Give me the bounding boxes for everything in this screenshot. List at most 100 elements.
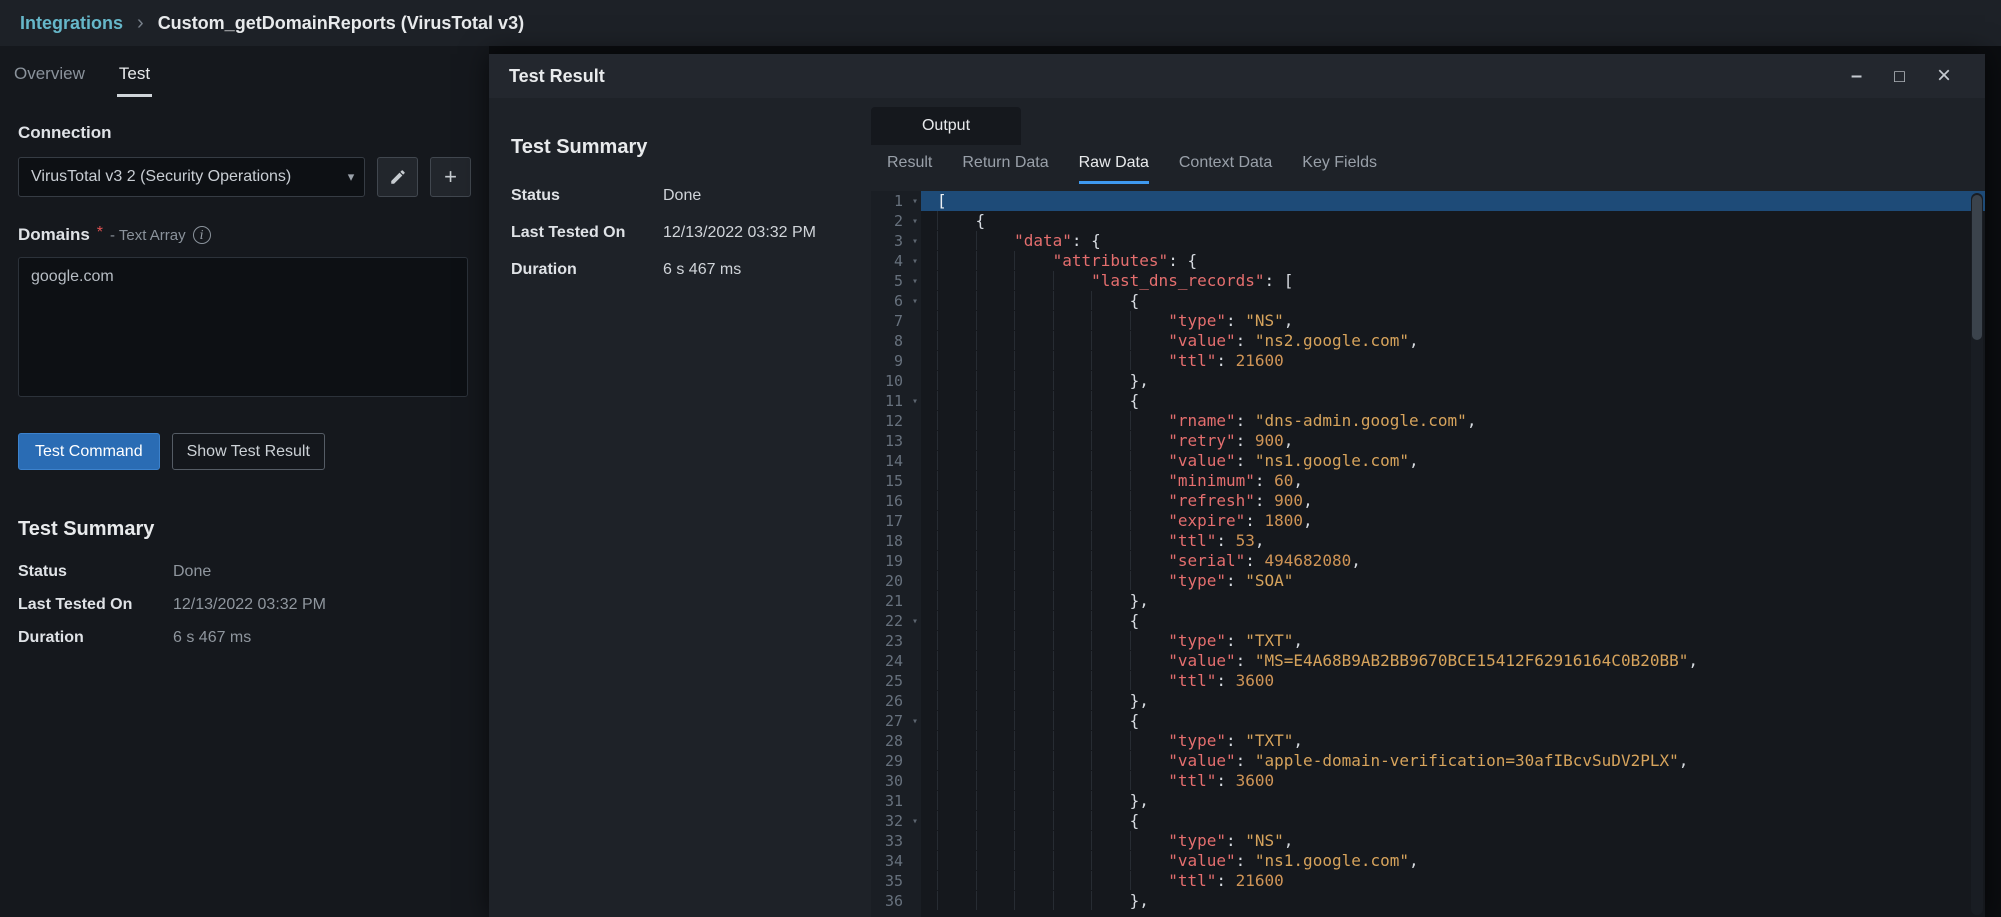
- fold-arrow-icon[interactable]: ▾: [912, 192, 918, 212]
- code-line-7[interactable]: "type": "NS",: [921, 311, 1985, 331]
- code-line-24[interactable]: "value": "MS=E4A68B9AB2BB9670BCE15412F62…: [921, 651, 1985, 671]
- code-line-13[interactable]: "retry": 900,: [921, 431, 1985, 451]
- fold-arrow-icon[interactable]: ▾: [912, 272, 918, 292]
- info-icon[interactable]: i: [193, 226, 211, 244]
- tab-test[interactable]: Test: [117, 60, 152, 97]
- subtab-result[interactable]: Result: [887, 154, 932, 184]
- gutter-line-16[interactable]: 16: [871, 491, 921, 511]
- close-icon[interactable]: ×: [1937, 64, 1951, 88]
- code-line-3[interactable]: "data": {: [921, 231, 1985, 251]
- gutter-line-22[interactable]: 22▾: [871, 611, 921, 631]
- gutter-line-7[interactable]: 7: [871, 311, 921, 331]
- gutter-line-13[interactable]: 13: [871, 431, 921, 451]
- gutter-line-2[interactable]: 2▾: [871, 211, 921, 231]
- connection-select[interactable]: VirusTotal v3 2 (Security Operations) ▾: [18, 157, 365, 197]
- minimize-icon[interactable]: –: [1851, 66, 1862, 86]
- gutter-line-36[interactable]: 36: [871, 891, 921, 911]
- code-line-12[interactable]: "rname": "dns-admin.google.com",: [921, 411, 1985, 431]
- subtab-key-fields[interactable]: Key Fields: [1302, 154, 1377, 184]
- fold-arrow-icon[interactable]: ▾: [912, 392, 918, 412]
- gutter-line-8[interactable]: 8: [871, 331, 921, 351]
- code-line-14[interactable]: "value": "ns1.google.com",: [921, 451, 1985, 471]
- maximize-icon[interactable]: □: [1894, 67, 1905, 85]
- gutter-line-33[interactable]: 33: [871, 831, 921, 851]
- gutter-line-20[interactable]: 20: [871, 571, 921, 591]
- fold-arrow-icon[interactable]: ▾: [912, 232, 918, 252]
- editor-scrollbar-thumb[interactable]: [1972, 195, 1982, 340]
- code-line-36[interactable]: },: [921, 891, 1985, 911]
- code-line-19[interactable]: "serial": 494682080,: [921, 551, 1985, 571]
- gutter-line-31[interactable]: 31: [871, 791, 921, 811]
- code-line-11[interactable]: {: [921, 391, 1985, 411]
- gutter-line-34[interactable]: 34: [871, 851, 921, 871]
- gutter-line-3[interactable]: 3▾: [871, 231, 921, 251]
- test-command-button[interactable]: Test Command: [18, 433, 160, 470]
- gutter-line-19[interactable]: 19: [871, 551, 921, 571]
- code-line-23[interactable]: "type": "TXT",: [921, 631, 1985, 651]
- fold-arrow-icon[interactable]: ▾: [912, 812, 918, 832]
- code-line-28[interactable]: "type": "TXT",: [921, 731, 1985, 751]
- gutter-line-28[interactable]: 28: [871, 731, 921, 751]
- editor-scrollbar[interactable]: [1971, 193, 1983, 915]
- code-line-27[interactable]: {: [921, 711, 1985, 731]
- code-line-15[interactable]: "minimum": 60,: [921, 471, 1985, 491]
- gutter-line-29[interactable]: 29: [871, 751, 921, 771]
- subtab-context-data[interactable]: Context Data: [1179, 154, 1272, 184]
- code-line-31[interactable]: },: [921, 791, 1985, 811]
- gutter-line-11[interactable]: 11▾: [871, 391, 921, 411]
- code-line-1[interactable]: [: [921, 191, 1985, 211]
- gutter-line-1[interactable]: 1▾: [871, 191, 921, 211]
- show-test-result-button[interactable]: Show Test Result: [172, 433, 325, 470]
- fold-arrow-icon[interactable]: ▾: [912, 292, 918, 312]
- fold-arrow-icon[interactable]: ▾: [912, 252, 918, 272]
- fold-arrow-icon[interactable]: ▾: [912, 212, 918, 232]
- code-line-9[interactable]: "ttl": 21600: [921, 351, 1985, 371]
- subtab-return-data[interactable]: Return Data: [962, 154, 1048, 184]
- code-line-4[interactable]: "attributes": {: [921, 251, 1985, 271]
- code-line-26[interactable]: },: [921, 691, 1985, 711]
- code-line-17[interactable]: "expire": 1800,: [921, 511, 1985, 531]
- code-line-25[interactable]: "ttl": 3600: [921, 671, 1985, 691]
- code-line-32[interactable]: {: [921, 811, 1985, 831]
- gutter-line-17[interactable]: 17: [871, 511, 921, 531]
- code-line-5[interactable]: "last_dns_records": [: [921, 271, 1985, 291]
- gutter-line-25[interactable]: 25: [871, 671, 921, 691]
- gutter-line-24[interactable]: 24: [871, 651, 921, 671]
- code-line-22[interactable]: {: [921, 611, 1985, 631]
- gutter-line-27[interactable]: 27▾: [871, 711, 921, 731]
- gutter-line-15[interactable]: 15: [871, 471, 921, 491]
- gutter-line-9[interactable]: 9: [871, 351, 921, 371]
- code-line-16[interactable]: "refresh": 900,: [921, 491, 1985, 511]
- code-line-18[interactable]: "ttl": 53,: [921, 531, 1985, 551]
- code-line-35[interactable]: "ttl": 21600: [921, 871, 1985, 891]
- code-line-6[interactable]: {: [921, 291, 1985, 311]
- gutter-line-32[interactable]: 32▾: [871, 811, 921, 831]
- breadcrumb-integrations-link[interactable]: Integrations: [20, 13, 123, 34]
- gutter-line-6[interactable]: 6▾: [871, 291, 921, 311]
- gutter-line-35[interactable]: 35: [871, 871, 921, 891]
- code-line-20[interactable]: "type": "SOA": [921, 571, 1985, 591]
- gutter-line-18[interactable]: 18: [871, 531, 921, 551]
- subtab-raw-data[interactable]: Raw Data: [1079, 154, 1149, 184]
- code-line-21[interactable]: },: [921, 591, 1985, 611]
- code-line-30[interactable]: "ttl": 3600: [921, 771, 1985, 791]
- code-line-10[interactable]: },: [921, 371, 1985, 391]
- gutter-line-14[interactable]: 14: [871, 451, 921, 471]
- gutter-line-21[interactable]: 21: [871, 591, 921, 611]
- tab-overview[interactable]: Overview: [12, 60, 87, 97]
- gutter-line-30[interactable]: 30: [871, 771, 921, 791]
- gutter-line-4[interactable]: 4▾: [871, 251, 921, 271]
- code-line-33[interactable]: "type": "NS",: [921, 831, 1985, 851]
- gutter-line-12[interactable]: 12: [871, 411, 921, 431]
- fold-arrow-icon[interactable]: ▾: [912, 612, 918, 632]
- code-line-2[interactable]: {: [921, 211, 1985, 231]
- code-line-34[interactable]: "value": "ns1.google.com",: [921, 851, 1985, 871]
- fold-arrow-icon[interactable]: ▾: [912, 712, 918, 732]
- edit-connection-button[interactable]: [377, 157, 418, 197]
- domains-input[interactable]: google.com: [18, 257, 468, 397]
- gutter-line-26[interactable]: 26: [871, 691, 921, 711]
- gutter-line-10[interactable]: 10: [871, 371, 921, 391]
- code-line-8[interactable]: "value": "ns2.google.com",: [921, 331, 1985, 351]
- add-connection-button[interactable]: +: [430, 157, 471, 197]
- tab-output[interactable]: Output: [871, 107, 1021, 145]
